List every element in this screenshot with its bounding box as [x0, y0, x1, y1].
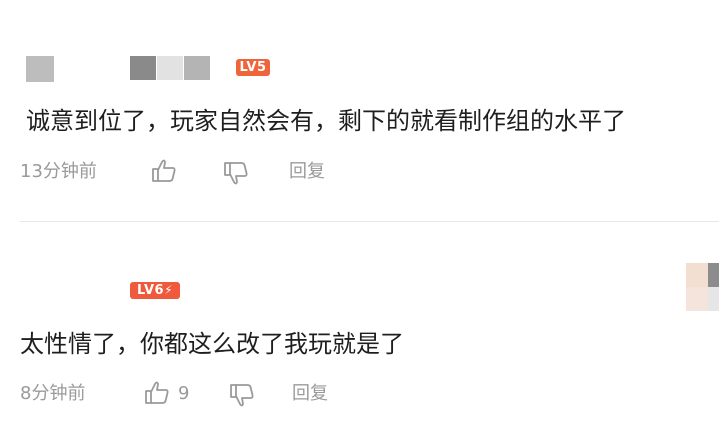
avatar-redacted [708, 287, 719, 311]
username-redacted [157, 56, 183, 80]
username-redacted [130, 56, 156, 80]
thumbs-up-icon[interactable] [150, 158, 178, 184]
username-redacted [184, 56, 210, 80]
level-badge: LV6⚡ [130, 282, 180, 299]
level-badge: LV5 [236, 59, 270, 76]
comment-text: 诚意到位了，玩家自然会有，剩下的就看制作组的水平了 [26, 107, 626, 135]
comment-divider [20, 221, 719, 222]
reply-button[interactable]: 回复 [289, 161, 325, 183]
thumbs-down-icon[interactable] [222, 160, 250, 186]
avatar-redacted [686, 263, 708, 287]
reply-button[interactable]: 回复 [292, 383, 328, 405]
level-badge-text: LV6 [136, 283, 165, 298]
username-redacted [26, 56, 54, 82]
like-count: 9 [178, 383, 190, 404]
lightning-icon: ⚡ [164, 283, 174, 297]
comment-time: 13分钟前 [20, 161, 97, 182]
thumbs-up-icon[interactable] [143, 380, 171, 406]
avatar-redacted [686, 287, 708, 311]
thumbs-down-icon[interactable] [228, 382, 256, 408]
avatar-redacted [708, 263, 719, 287]
comment-time: 8分钟前 [20, 383, 86, 404]
comment-text: 太性情了，你都这么改了我玩就是了 [20, 330, 404, 358]
